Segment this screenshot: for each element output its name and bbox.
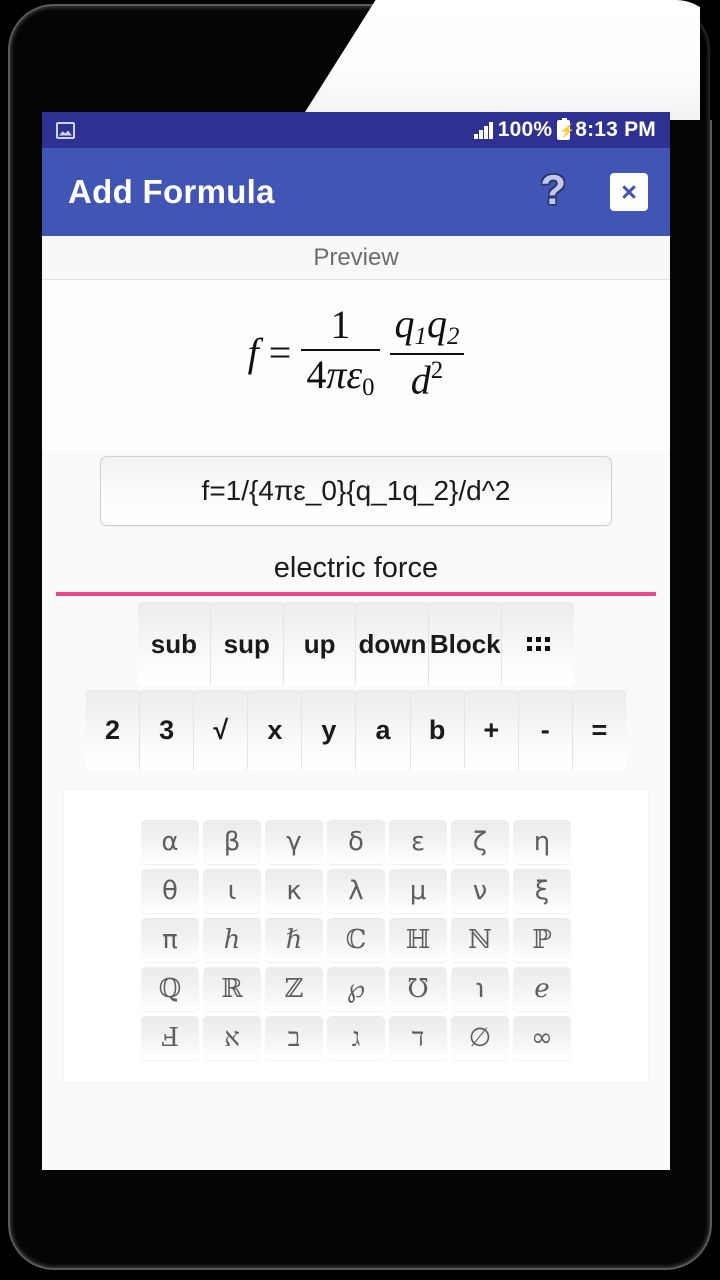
symbol-key[interactable]: μ [389,869,447,913]
symbol-key[interactable]: π [141,918,199,962]
symbol-keyboard-panel: α β γ δ ε ζ η θ ι κ λ μ ν ξ π h ℏ ℂ ℍ ℕ ℙ ℚ ℝ ℤ ℘ ℧ ℩ ℯ Ⅎ א ב ג ד ∅ ∞ [64,790,648,1082]
rendered-formula: f = 1 4πε0 q1q2 d2 [247,301,465,403]
subscript-key[interactable]: sub [138,602,211,686]
symbol-key[interactable]: λ [327,869,385,913]
key-plus[interactable]: + [464,690,519,770]
preview-header-label: Preview [42,236,670,280]
key-equals[interactable]: = [572,690,626,770]
battery-percent-label: 100% [497,118,553,141]
help-icon[interactable]: ? [540,169,566,211]
symbol-key[interactable]: ℯ [513,967,571,1011]
symbol-key[interactable]: η [513,820,571,864]
superscript-key[interactable]: sup [210,602,284,686]
fraction-denominator: 4πε0 [306,352,375,402]
key-b[interactable]: b [410,690,465,770]
key-a[interactable]: a [356,690,411,770]
formula-fraction-one: 1 4πε0 [301,301,380,403]
symbol-key[interactable]: ℕ [451,918,509,962]
symbol-keyboard-grid: α β γ δ ε ζ η θ ι κ λ μ ν ξ π h ℏ ℂ ℍ ℕ ℙ ℚ ℝ ℤ ℘ ℧ ℩ ℯ Ⅎ א ב ג ד ∅ ∞ [64,820,648,1060]
symbol-key[interactable]: ℘ [327,967,385,1011]
editor-toolbar-row-1: sub sup up down Block [42,602,670,686]
symbol-key[interactable]: β [203,820,261,864]
symbol-key[interactable]: א [203,1016,261,1060]
symbol-key[interactable]: ε [389,820,447,864]
formula-equals: = [268,329,292,375]
down-key[interactable]: down [356,602,430,686]
symbol-key[interactable]: ℝ [203,967,261,1011]
symbol-key[interactable]: ℧ [389,967,447,1011]
symbol-key[interactable]: ℂ [327,918,385,962]
close-icon[interactable]: × [610,173,648,211]
editor-toolbar-row-2: 2 3 √ x y a b + - = [42,690,670,770]
signal-bars-icon [474,121,493,139]
key-two[interactable]: 2 [86,690,141,770]
symbol-key[interactable]: ℏ [265,918,323,962]
symbol-key[interactable]: ζ [451,820,509,864]
symbol-key[interactable]: γ [265,820,323,864]
symbol-key[interactable]: Ⅎ [141,1016,199,1060]
symbol-key[interactable]: δ [327,820,385,864]
dots-grid-icon [526,637,550,651]
symbol-key[interactable]: κ [265,869,323,913]
symbol-key[interactable]: ∅ [451,1016,509,1060]
app-bar: Add Formula ? × [42,148,670,236]
fraction-denominator-two: d2 [410,356,444,403]
symbol-key[interactable]: ∞ [513,1016,571,1060]
symbol-key[interactable]: ℚ [141,967,199,1011]
symbol-key[interactable]: θ [141,869,199,913]
app-bar-actions: ? × [540,169,648,211]
clock-label: 8:13 PM [575,118,656,141]
symbol-key[interactable]: ℩ [451,967,509,1011]
symbol-key[interactable]: ξ [513,869,571,913]
symbol-key[interactable]: h [203,918,261,962]
phone-device-frame: 100% 8:13 PM Add Formula ? × Preview f =… [0,0,720,1280]
more-dots-key[interactable] [502,602,574,686]
battery-charging-icon [557,118,571,140]
status-bar-right: 100% 8:13 PM [474,118,656,142]
key-y[interactable]: y [302,690,357,770]
fraction-bar-two [389,352,465,355]
formula-preview: f = 1 4πε0 q1q2 d2 [42,280,670,452]
symbol-key[interactable]: ι [203,869,261,913]
fraction-bar [301,349,380,352]
key-x[interactable]: x [248,690,303,770]
formula-lhs: f [247,329,259,375]
fraction-numerator: 1 [330,301,351,347]
symbol-key[interactable]: α [141,820,199,864]
glare-mask [700,0,720,120]
formula-fraction-two: q1q2 d2 [389,301,465,403]
symbol-key[interactable]: ℍ [389,918,447,962]
fraction-numerator-two: q1q2 [394,301,460,350]
symbol-key[interactable]: ד [389,1016,447,1060]
phone-screen: 100% 8:13 PM Add Formula ? × Preview f =… [42,112,670,1170]
status-bar-left [56,121,75,139]
symbol-key[interactable]: ℤ [265,967,323,1011]
symbol-key[interactable]: ג [327,1016,385,1060]
name-input-container: electric force [42,544,670,596]
symbol-key[interactable]: ℙ [513,918,571,962]
formula-name-input[interactable]: electric force [56,544,656,596]
key-three[interactable]: 3 [140,690,195,770]
symbol-key[interactable]: ν [451,869,509,913]
symbol-key[interactable]: ב [265,1016,323,1060]
status-bar: 100% 8:13 PM [42,112,670,148]
formula-input[interactable]: f=1/{4πε_0}{q_1q_2}/d^2 [100,456,612,526]
page-title: Add Formula [68,173,275,210]
image-icon [56,121,75,139]
block-key[interactable]: Block [429,602,503,686]
formula-input-container: f=1/{4πε_0}{q_1q_2}/d^2 [42,456,670,526]
key-sqrt[interactable]: √ [194,690,249,770]
up-key[interactable]: up [283,602,357,686]
key-minus[interactable]: - [518,690,573,770]
